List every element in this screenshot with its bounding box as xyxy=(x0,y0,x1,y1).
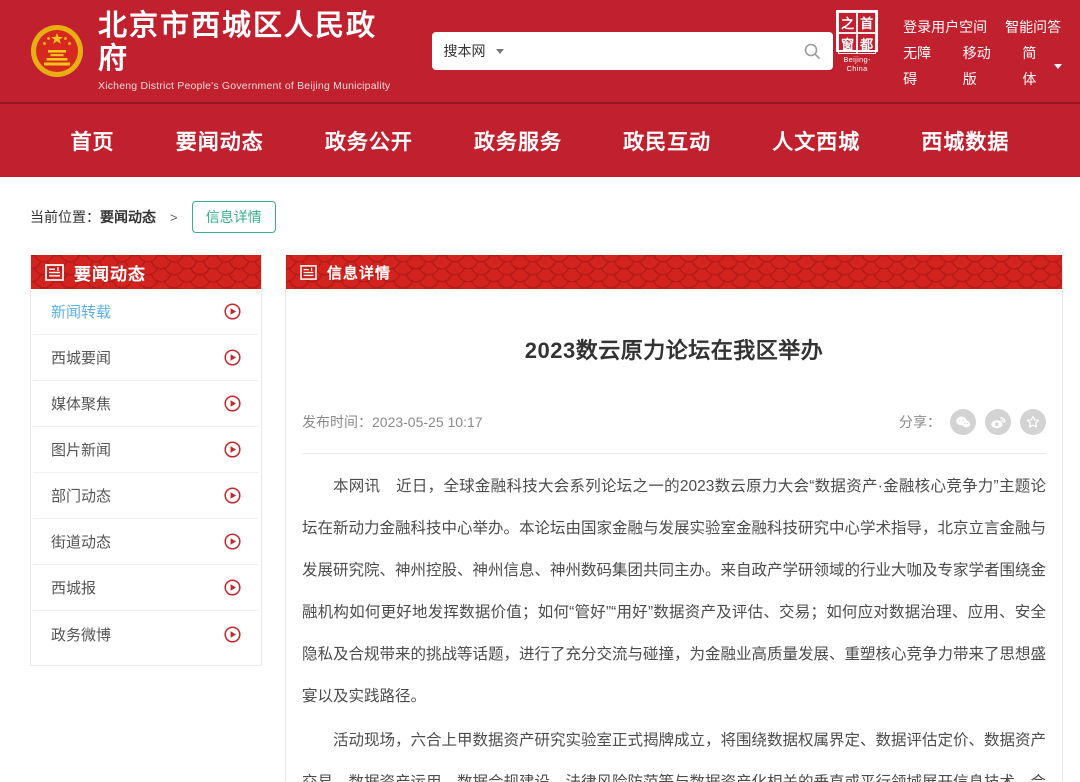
article-paragraph: 活动现场，六合上甲数据资产研究实验室正式揭牌成立，将围绕数据权属界定、数据评估定… xyxy=(302,720,1046,782)
logo-char: 窗 xyxy=(838,33,857,54)
site-title: 北京市西城区人民政府 xyxy=(98,10,406,77)
weibo-icon xyxy=(989,413,1007,431)
mobile-version-link[interactable]: 移动版 xyxy=(963,40,1005,92)
sidebar-item-media-focus[interactable]: 媒体聚焦 xyxy=(33,381,259,427)
article-meta: 发布时间：2023-05-25 10:17 分享： xyxy=(302,409,1046,435)
capital-window-grid: 之 首 窗 都 xyxy=(836,10,878,52)
share-wechat-button[interactable] xyxy=(950,409,976,435)
divider xyxy=(302,453,1046,454)
article-panel-title: 信息详情 xyxy=(327,262,391,283)
news-list-icon xyxy=(45,264,64,281)
nav-item-interaction[interactable]: 政民互动 xyxy=(623,126,711,156)
nav-item-news[interactable]: 要闻动态 xyxy=(176,126,264,156)
search-icon[interactable] xyxy=(803,42,821,60)
circle-arrow-icon xyxy=(224,533,241,550)
article-paragraph: 本网讯 近日，全球金融科技大会系列论坛之一的2023数云原力大会“数据资产·金融… xyxy=(302,466,1046,718)
smart-qa-link[interactable]: 智能问答 xyxy=(1005,14,1061,40)
article-title: 2023数云原力论坛在我区举办 xyxy=(302,333,1046,365)
circle-arrow-icon xyxy=(224,626,241,643)
sidebar-item-photo-news[interactable]: 图片新闻 xyxy=(33,427,259,473)
sidebar-header: 要闻动态 xyxy=(31,255,261,289)
sidebar-item-street-news[interactable]: 街道动态 xyxy=(33,519,259,565)
language-label: 简体 xyxy=(1022,40,1050,92)
search-box[interactable]: 搜本网 xyxy=(432,32,833,70)
breadcrumb-separator: > xyxy=(170,210,178,225)
sidebar-item-department-news[interactable]: 部门动态 xyxy=(33,473,259,519)
share-label: 分享： xyxy=(899,412,941,432)
share-favorite-button[interactable] xyxy=(1020,409,1046,435)
breadcrumb: 当前位置：要闻动态 > 信息详情 xyxy=(30,201,1080,233)
logo-char: 之 xyxy=(838,12,857,33)
capital-window-caption: Beijing-China xyxy=(833,55,881,73)
main-nav: 首页 要闻动态 政务公开 政务服务 政民互动 人文西城 西城数据 xyxy=(0,104,1080,177)
nav-item-culture[interactable]: 人文西城 xyxy=(772,126,860,156)
national-emblem-icon xyxy=(30,24,84,78)
article-content: 本网讯 近日，全球金融科技大会系列论坛之一的2023数云原力大会“数据资产·金融… xyxy=(302,466,1046,782)
nav-item-home[interactable]: 首页 xyxy=(71,126,115,156)
article-panel: 信息详情 2023数云原力论坛在我区举办 发布时间：2023-05-25 10:… xyxy=(285,255,1063,782)
circle-arrow-icon xyxy=(224,487,241,504)
site-subtitle: Xicheng District People's Government of … xyxy=(98,80,406,92)
star-icon xyxy=(1024,413,1042,431)
login-user-space-link[interactable]: 登录用户空间 xyxy=(903,14,987,40)
search-input[interactable] xyxy=(512,43,795,59)
chevron-down-icon xyxy=(496,49,504,54)
chevron-down-icon xyxy=(1054,64,1062,69)
sidebar-title: 要闻动态 xyxy=(74,260,146,285)
nav-item-gov-open[interactable]: 政务公开 xyxy=(325,126,413,156)
site-brand[interactable]: 北京市西城区人民政府 Xicheng District People's Gov… xyxy=(30,10,406,93)
circle-arrow-icon xyxy=(224,441,241,458)
page: 北京市西城区人民政府 Xicheng District People's Gov… xyxy=(0,0,1080,782)
circle-arrow-icon xyxy=(224,349,241,366)
breadcrumb-current-chip[interactable]: 信息详情 xyxy=(192,201,276,233)
breadcrumb-prefix: 当前位置： xyxy=(30,207,100,227)
circle-arrow-icon xyxy=(224,579,241,596)
nav-item-data[interactable]: 西城数据 xyxy=(921,126,1009,156)
logo-char: 都 xyxy=(857,33,876,54)
share-weibo-button[interactable] xyxy=(985,409,1011,435)
sidebar-item-xicheng-paper[interactable]: 西城报 xyxy=(33,565,259,611)
circle-arrow-icon xyxy=(224,395,241,412)
capital-window-logo[interactable]: 之 首 窗 都 Beijing-China xyxy=(833,10,881,73)
accessibility-link[interactable]: 无障碍 xyxy=(903,40,945,92)
search-scope-select[interactable]: 搜本网 xyxy=(444,41,486,61)
circle-arrow-icon xyxy=(224,303,241,320)
site-header: 北京市西城区人民政府 Xicheng District People's Gov… xyxy=(0,0,1080,104)
publish-time-value: 2023-05-25 10:17 xyxy=(372,414,483,430)
sidebar-item-news-repost[interactable]: 新闻转载 xyxy=(33,289,259,335)
sidebar-item-gov-weibo[interactable]: 政务微博 xyxy=(33,611,259,657)
logo-char: 首 xyxy=(857,12,876,33)
wechat-icon xyxy=(954,413,972,431)
article-panel-header: 信息详情 xyxy=(286,255,1062,289)
language-select[interactable]: 简体 xyxy=(1022,40,1062,92)
sidebar-list: 新闻转载 西城要闻 媒体聚焦 图片新闻 部门动态 xyxy=(31,289,261,665)
detail-doc-icon xyxy=(300,265,317,280)
sidebar-item-xicheng-news[interactable]: 西城要闻 xyxy=(33,335,259,381)
nav-item-gov-service[interactable]: 政务服务 xyxy=(474,126,562,156)
publish-time-label: 发布时间： xyxy=(302,414,372,430)
sidebar: 要闻动态 新闻转载 西城要闻 媒体聚焦 图片新闻 xyxy=(30,255,262,666)
breadcrumb-section[interactable]: 要闻动态 xyxy=(100,207,156,227)
